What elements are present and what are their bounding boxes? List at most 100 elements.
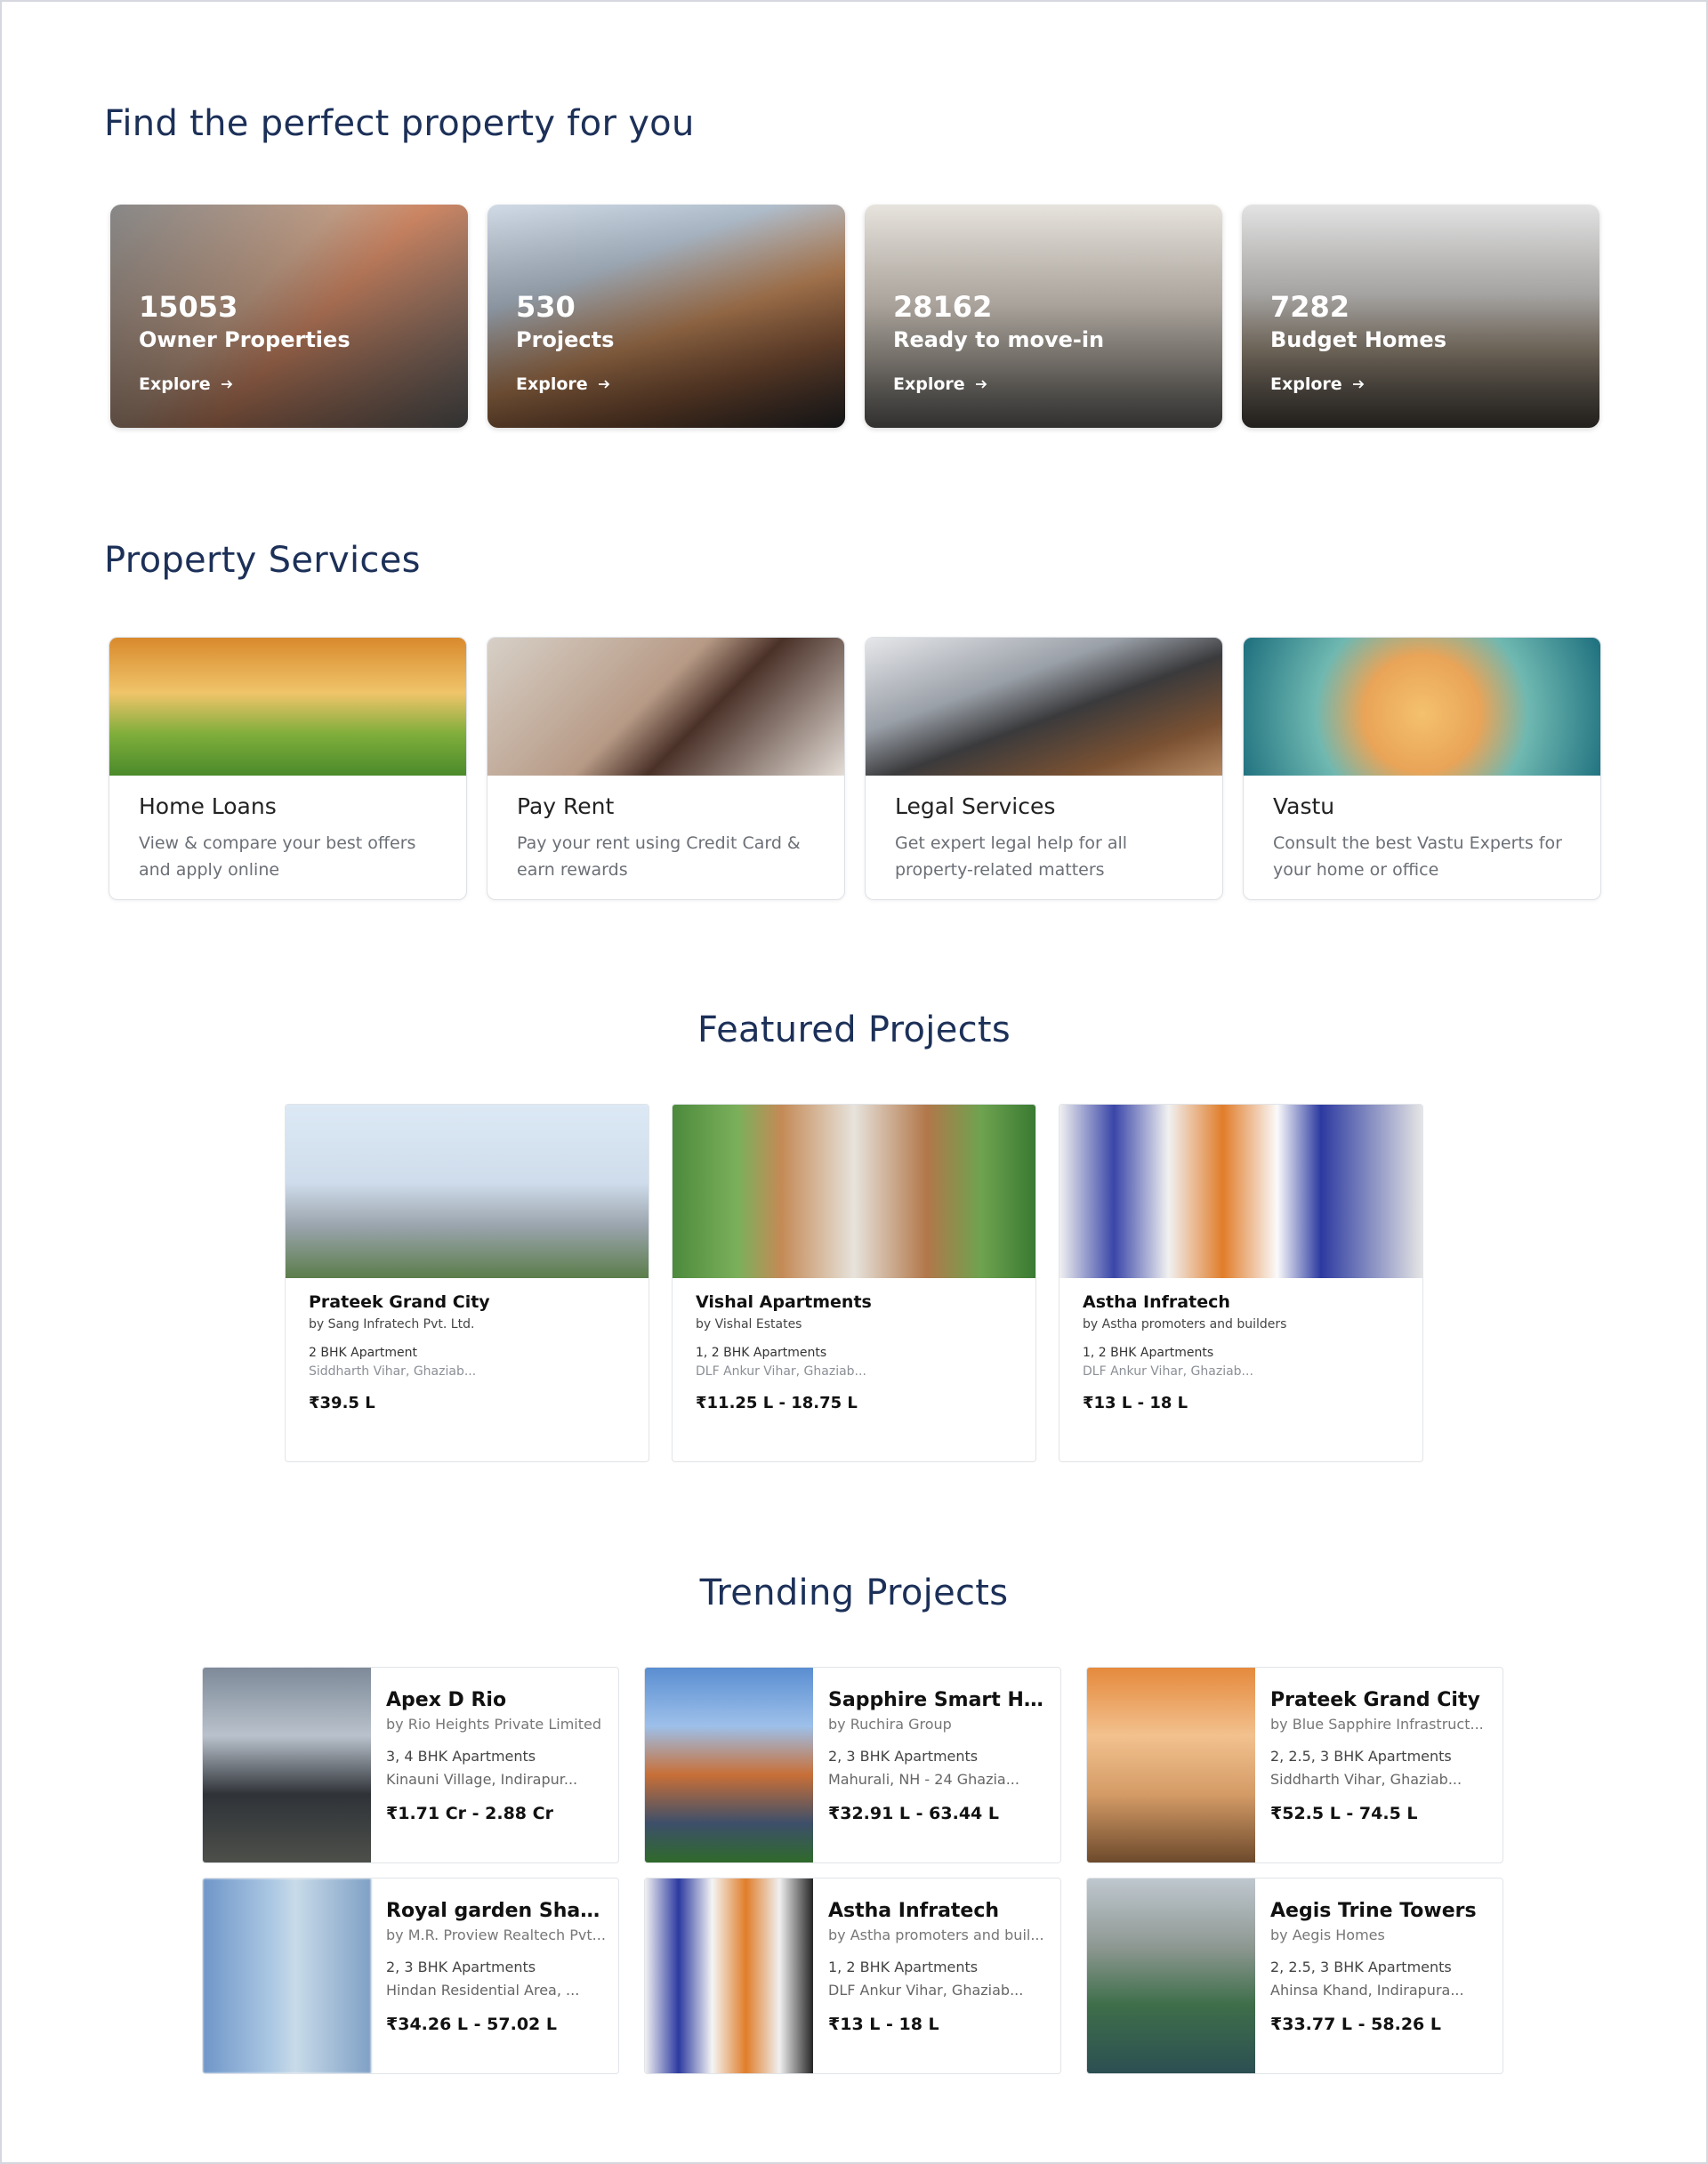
project-developer: by Blue Sapphire Infrastruct... [1270,1716,1484,1733]
service-title: Home Loans [139,793,277,819]
explore-link[interactable]: Explore [1270,374,1366,394]
service-card-legal[interactable]: Legal Services Get expert legal help for… [865,637,1223,900]
service-description: View & compare your best offers and appl… [139,833,416,880]
card-count: 530 [516,290,576,324]
project-location: Kinauni Village, Indirapur... [386,1771,578,1788]
project-location: DLF Ankur Vihar, Ghaziab... [1083,1364,1253,1379]
featured-project-card[interactable]: Astha Infratech by Astha promoters and b… [1059,1104,1423,1462]
project-type: 1, 2 BHK Apartments [1083,1346,1214,1360]
trending-project-card[interactable]: Sapphire Smart Home by Ruchira Group 2, … [644,1667,1061,1863]
card-label: Ready to move-in [893,327,1105,352]
card-count: 15053 [139,290,238,324]
project-type: 2, 2.5, 3 BHK Apartments [1270,1959,1452,1975]
project-type: 1, 2 BHK Apartments [696,1346,827,1360]
featured-projects-row: Prateek Grand City by Sang Infratech Pvt… [285,1104,1423,1462]
explore-link[interactable]: Explore [139,374,234,394]
explore-label: Explore [139,374,211,394]
trending-project-card[interactable]: Aegis Trine Towers by Aegis Homes 2, 2.5… [1086,1878,1503,2074]
arrow-right-icon [598,380,609,389]
project-image [286,1105,649,1278]
project-name: Royal garden Shalim... [386,1900,606,1922]
trending-project-card[interactable]: Astha Infratech by Astha promoters and b… [644,1878,1061,2074]
owner-properties-card[interactable]: 15053 Owner Properties Explore [110,205,468,428]
explore-link[interactable]: Explore [516,374,611,394]
project-image [645,1878,813,2073]
explore-link[interactable]: Explore [893,374,988,394]
project-location: DLF Ankur Vihar, Ghaziab... [828,1982,1024,1999]
ready-to-move-card[interactable]: 28162 Ready to move-in Explore [865,205,1222,428]
project-location: Siddharth Vihar, Ghaziab... [309,1364,477,1379]
project-name: Apex D Rio [386,1689,507,1711]
service-title: Pay Rent [517,793,615,819]
featured-project-card[interactable]: Prateek Grand City by Sang Infratech Pvt… [285,1104,649,1462]
trending-project-card[interactable]: Apex D Rio by Rio Heights Private Limite… [202,1667,619,1863]
arrow-right-icon [975,380,987,389]
card-count: 28162 [893,290,993,324]
service-title: Vastu [1273,793,1335,819]
service-card-home-loans[interactable]: Home Loans View & compare your best offe… [109,637,467,900]
project-developer: by Ruchira Group [828,1716,952,1733]
project-type: 2, 2.5, 3 BHK Apartments [1270,1748,1452,1765]
project-image [673,1105,1035,1278]
project-type: 1, 2 BHK Apartments [828,1959,979,1975]
project-developer: by Sang Infratech Pvt. Ltd. [309,1317,475,1331]
service-description: Consult the best Vastu Experts for your … [1273,833,1562,880]
service-card-vastu[interactable]: Vastu Consult the best Vastu Experts for… [1243,637,1601,900]
project-type: 3, 4 BHK Apartments [386,1748,536,1765]
project-image [1087,1878,1255,2073]
trending-project-card[interactable]: Royal garden Shalim... by M.R. Proview R… [202,1878,619,2074]
vastu-image [1244,638,1600,776]
projects-card[interactable]: 530 Projects Explore [487,205,845,428]
card-label: Budget Homes [1270,327,1446,352]
service-description: Get expert legal help for all property-r… [895,833,1128,880]
project-image [203,1878,371,2073]
project-type: 2 BHK Apartment [309,1346,418,1360]
card-label: Owner Properties [139,327,350,352]
project-price: ₹39.5 L [309,1394,375,1412]
project-type: 2, 3 BHK Apartments [828,1748,979,1765]
project-type: 2, 3 BHK Apartments [386,1959,536,1975]
project-price: ₹13 L - 18 L [1083,1394,1188,1412]
project-price: ₹1.71 Cr - 2.88 Cr [386,1804,553,1823]
service-description: Pay your rent using Credit Card & earn r… [517,833,801,880]
legal-services-image [866,638,1222,776]
project-developer: by Rio Heights Private Limited [386,1716,601,1733]
project-price: ₹33.77 L - 58.26 L [1270,2015,1441,2034]
pay-rent-image [487,638,844,776]
project-price: ₹13 L - 18 L [828,2015,939,2034]
arrow-right-icon [1352,380,1364,389]
arrow-right-icon [221,380,232,389]
project-location: Ahinsa Khand, Indirapura... [1270,1982,1464,1999]
find-section-title: Find the perfect property for you [104,103,695,144]
project-developer: by M.R. Proview Realtech Pvt... [386,1927,606,1943]
service-card-pay-rent[interactable]: Pay Rent Pay your rent using Credit Card… [487,637,845,900]
services-row: Home Loans View & compare your best offe… [109,637,1601,900]
services-section-title: Property Services [104,540,421,581]
service-title: Legal Services [895,793,1056,819]
explore-label: Explore [1270,374,1342,394]
project-name: Sapphire Smart Home [828,1689,1048,1711]
home-loans-image [109,638,466,776]
project-location: DLF Ankur Vihar, Ghaziab... [696,1364,866,1379]
card-count: 7282 [1270,290,1350,324]
project-developer: by Aegis Homes [1270,1927,1385,1943]
project-developer: by Vishal Estates [696,1317,802,1331]
project-developer: by Astha promoters and builders [1083,1317,1287,1331]
featured-section-title: Featured Projects [697,1010,1011,1050]
card-label: Projects [516,327,615,352]
project-developer: by Astha promoters and buil... [828,1927,1044,1943]
project-name: Prateek Grand City [309,1292,490,1312]
project-image [1087,1668,1255,1862]
trending-project-card[interactable]: Prateek Grand City by Blue Sapphire Infr… [1086,1667,1503,1863]
project-image [645,1668,813,1862]
explore-label: Explore [893,374,965,394]
project-name: Prateek Grand City [1270,1689,1480,1711]
project-location: Hindan Residential Area, ... [386,1982,580,1999]
project-price: ₹11.25 L - 18.75 L [696,1394,858,1412]
project-price: ₹52.5 L - 74.5 L [1270,1804,1418,1823]
project-name: Astha Infratech [828,1900,1000,1922]
featured-project-card[interactable]: Vishal Apartments by Vishal Estates 1, 2… [672,1104,1036,1462]
project-price: ₹32.91 L - 63.44 L [828,1804,999,1823]
budget-homes-card[interactable]: 7282 Budget Homes Explore [1242,205,1599,428]
project-name: Aegis Trine Towers [1270,1900,1477,1922]
